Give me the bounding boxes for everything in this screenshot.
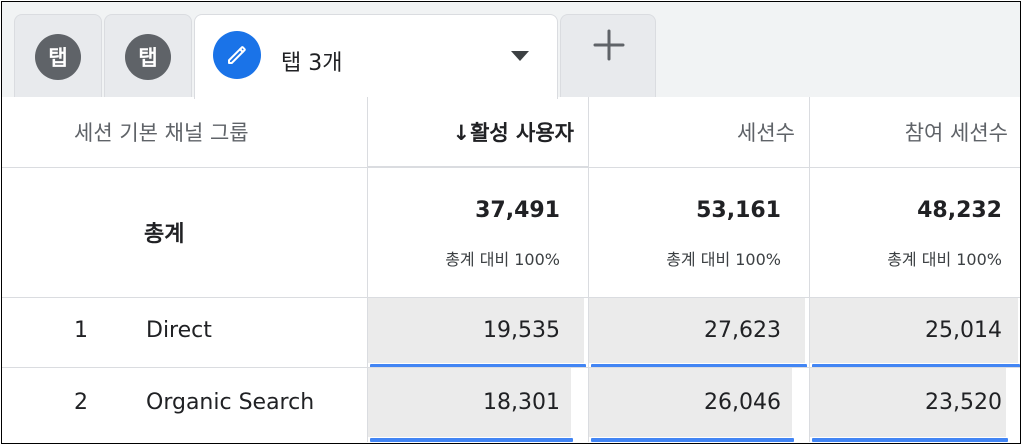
totals-active-users: 37,491 총계 대비 100% — [367, 168, 588, 298]
row-engaged-sessions: 23,520 — [809, 368, 1020, 442]
header-active-users-label: ↓활성 사용자 — [452, 121, 574, 145]
row-sessions: 26,046 — [588, 368, 809, 442]
row-active-users: 18,301 — [367, 368, 588, 442]
totals-label: 총계 — [144, 222, 185, 247]
row-value: 23,520 — [925, 390, 1002, 415]
tab-3-label: 탭 3개 — [281, 51, 343, 76]
row-channel[interactable]: Direct — [146, 318, 212, 343]
pencil-icon-svg — [228, 46, 246, 64]
table-header-row: 세션 기본 채널 그룹 ↓활성 사용자 세션수 참여 세션수 — [2, 97, 1020, 167]
totals-percent: 총계 대비 100% — [666, 250, 781, 269]
totals-percent: 총계 대비 100% — [887, 250, 1002, 269]
totals-value: 48,232 — [917, 198, 1002, 223]
header-engaged-sessions-label: 참여 세션수 — [904, 121, 1008, 145]
tab-3-active[interactable]: 탭 3개 — [194, 14, 558, 99]
header-sessions[interactable]: 세션수 — [588, 97, 809, 167]
totals-label-cell: 총계 — [2, 168, 367, 298]
row-dimension-cell: 1 Direct — [2, 298, 367, 368]
header-dimension[interactable]: 세션 기본 채널 그룹 — [2, 97, 367, 167]
data-bar — [591, 438, 794, 442]
plus-icon — [593, 29, 625, 61]
data-bar — [812, 438, 1008, 442]
tab-1-avatar: 탭 — [35, 34, 81, 80]
row-value: 26,046 — [704, 390, 781, 415]
row-sessions: 27,623 — [588, 298, 809, 368]
report-frame: 탭 탭 탭 3개 세션 기본 채널 그룹 ↓활성 사용자 세션수 참여 세션수 … — [1, 1, 1021, 444]
row-rank: 2 — [74, 390, 88, 415]
row-rank: 1 — [74, 318, 88, 343]
table-row[interactable]: 1 Direct 19,535 27,623 25,014 — [2, 297, 1020, 368]
row-value: 18,301 — [483, 390, 560, 415]
row-channel[interactable]: Organic Search — [146, 390, 314, 415]
tab-bar: 탭 탭 탭 3개 — [2, 2, 1020, 99]
totals-value: 53,161 — [696, 198, 781, 223]
row-value: 27,623 — [704, 318, 781, 343]
row-dimension-cell: 2 Organic Search — [2, 368, 367, 442]
header-sessions-label: 세션수 — [737, 121, 795, 145]
row-value: 19,535 — [483, 318, 560, 343]
row-value: 25,014 — [925, 318, 1002, 343]
caret-down-icon[interactable] — [511, 51, 529, 61]
totals-value: 37,491 — [475, 198, 560, 223]
row-engaged-sessions: 25,014 — [809, 298, 1020, 368]
totals-percent: 총계 대비 100% — [445, 250, 560, 269]
header-active-users[interactable]: ↓활성 사용자 — [367, 97, 588, 167]
totals-row: 총계 37,491 총계 대비 100% 53,161 총계 대비 100% 4… — [2, 167, 1020, 298]
tab-1[interactable]: 탭 — [14, 14, 102, 97]
tab-2[interactable]: 탭 — [104, 14, 192, 97]
add-tab-button[interactable] — [560, 14, 656, 97]
totals-sessions: 53,161 총계 대비 100% — [588, 168, 809, 298]
header-dimension-label: 세션 기본 채널 그룹 — [74, 121, 249, 145]
data-bar — [370, 438, 573, 442]
header-engaged-sessions[interactable]: 참여 세션수 — [809, 97, 1020, 167]
tab-2-avatar: 탭 — [125, 34, 171, 80]
table-row[interactable]: 2 Organic Search 18,301 26,046 23,520 — [2, 367, 1020, 442]
row-active-users: 19,535 — [367, 298, 588, 368]
totals-engaged-sessions: 48,232 총계 대비 100% — [809, 168, 1020, 298]
pencil-icon[interactable] — [213, 31, 261, 79]
